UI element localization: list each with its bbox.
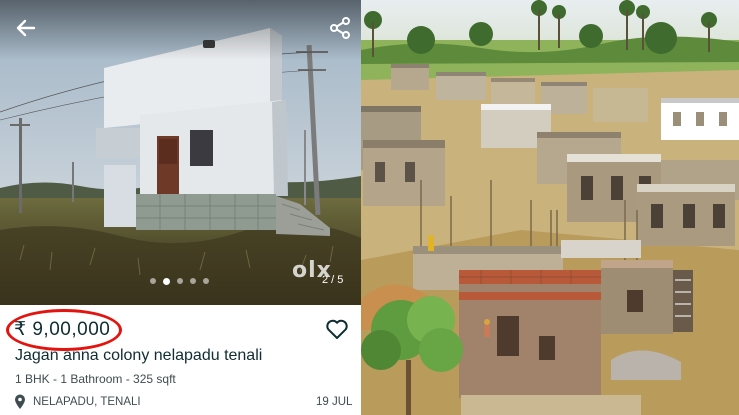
share-button[interactable] (326, 14, 354, 42)
back-button[interactable] (12, 14, 40, 42)
listing-location: NELAPADU, TENALI (33, 396, 141, 408)
carousel-dot[interactable] (203, 278, 209, 284)
listing-title[interactable]: Jagan anna colony nelapadu tenali (15, 347, 262, 365)
listing-date: 19 JUL (316, 396, 353, 408)
carousel-dots[interactable] (150, 277, 209, 285)
listing-details: ₹ 9,00,000 Jagan anna colony nelapadu te… (0, 305, 361, 415)
listing-specs: 1 BHK - 1 Bathroom - 325 sqft (15, 372, 176, 386)
photo-top-overlay (0, 0, 361, 60)
listing-price: ₹ 9,00,000 (14, 319, 111, 340)
carousel-dot-active[interactable] (163, 277, 170, 285)
construction-photo-image (361, 0, 739, 415)
share-icon (330, 17, 350, 39)
image-counter: 2 / 5 (322, 274, 344, 286)
arrow-left-icon (16, 19, 36, 37)
carousel-dot[interactable] (177, 278, 183, 284)
favorite-button[interactable] (324, 316, 350, 342)
listing-card[interactable]: olx 2 / 5 ₹ 9,00,000 Jagan anna colony n… (0, 0, 361, 415)
carousel-dot[interactable] (190, 278, 196, 284)
map-pin-icon (15, 394, 25, 409)
heart-outline-icon (326, 319, 348, 339)
carousel-dot[interactable] (150, 278, 156, 284)
construction-site-photo (361, 0, 739, 415)
